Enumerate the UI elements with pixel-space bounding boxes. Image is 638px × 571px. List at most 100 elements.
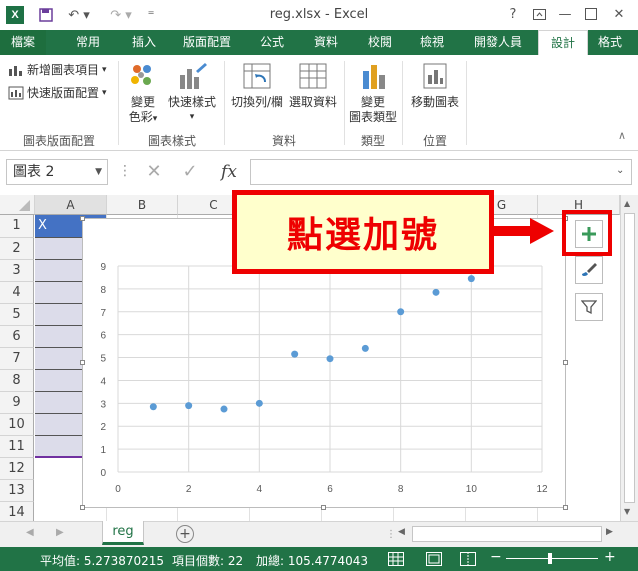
resize-handle[interactable] (80, 360, 85, 365)
tab-developer[interactable]: 開發人員 (466, 30, 530, 55)
row-header[interactable]: 6 (0, 326, 34, 348)
collapse-ribbon-icon[interactable]: ∧ (618, 129, 626, 142)
scroll-sheets-right-icon[interactable]: ▶ (56, 527, 64, 538)
row-header[interactable]: 14 (0, 502, 34, 521)
row-header[interactable]: 12 (0, 458, 34, 480)
row-header[interactable]: 4 (0, 282, 34, 304)
tab-insert[interactable]: 插入 (122, 30, 166, 55)
page-break-view-icon[interactable] (460, 552, 476, 569)
formula-bar-grip-icon: ⋮ (118, 163, 132, 179)
data-point (397, 308, 405, 316)
group-label-data: 資料 (271, 134, 296, 148)
formula-input[interactable] (250, 159, 632, 185)
close-icon[interactable]: ✕ (608, 4, 630, 24)
data-point (149, 403, 157, 411)
insert-function-button[interactable]: fx (214, 159, 244, 185)
callout-arrow-head (530, 218, 554, 244)
x-tick-label: 8 (398, 484, 404, 495)
zoom-slider-thumb[interactable] (548, 553, 552, 564)
horizontal-scrollbar-thumb[interactable] (412, 526, 602, 542)
callout-arrow (494, 226, 532, 236)
tab-file[interactable]: 檔案 (0, 30, 46, 55)
tab-view[interactable]: 檢視 (410, 30, 454, 55)
tab-review[interactable]: 校閱 (358, 30, 402, 55)
switch-row-column-button[interactable]: 切換列/欄 (228, 61, 286, 110)
select-data-icon (297, 61, 329, 91)
scroll-sheets-left-icon[interactable]: ◀ (26, 527, 34, 538)
minimize-icon[interactable]: — (554, 4, 576, 24)
change-chart-type-icon (357, 61, 389, 91)
expand-formula-bar-icon[interactable]: ⌄ (616, 165, 624, 176)
data-point (220, 405, 228, 413)
move-chart-icon (419, 61, 451, 91)
select-all-corner[interactable] (0, 195, 35, 215)
maximize-icon[interactable] (580, 4, 602, 24)
data-point (326, 355, 334, 363)
data-point (185, 402, 193, 410)
name-box[interactable]: 圖表 2 ▼ (6, 159, 108, 185)
splitter-icon[interactable]: ⋮ (386, 529, 396, 540)
row-header[interactable]: 7 (0, 348, 34, 370)
vertical-scrollbar[interactable]: ▲ ▼ (620, 195, 638, 521)
status-sum: 加總: 105.4774043 (256, 554, 369, 568)
quick-styles-button[interactable]: 快速樣式 ▾ (166, 61, 218, 125)
row-header[interactable]: 9 (0, 392, 34, 414)
tab-design[interactable]: 設計 (538, 30, 588, 56)
row-header[interactable]: 5 (0, 304, 34, 326)
x-tick-label: 2 (186, 484, 192, 495)
row-header[interactable]: 2 (0, 238, 34, 260)
column-header-a[interactable]: A (35, 195, 107, 215)
resize-handle[interactable] (80, 216, 85, 221)
scroll-down-icon[interactable]: ▼ (624, 507, 630, 516)
enter-icon[interactable]: ✓ (178, 159, 202, 185)
y-tick-label: 1 (100, 445, 106, 456)
chevron-down-icon: ▼ (95, 167, 102, 177)
zoom-slider[interactable] (506, 558, 598, 559)
zoom-in-icon[interactable]: + (604, 549, 616, 565)
resize-handle[interactable] (321, 505, 326, 510)
new-sheet-icon[interactable]: + (176, 525, 194, 543)
highlight-box (562, 210, 612, 256)
help-button[interactable]: ? (502, 4, 524, 24)
resize-handle[interactable] (563, 360, 568, 365)
add-chart-element-button[interactable]: 新增圖表項目 ▾ (8, 61, 107, 78)
x-tick-label: 4 (257, 484, 263, 495)
sheet-tab-reg[interactable]: reg (102, 521, 144, 545)
row-header[interactable]: 13 (0, 480, 34, 502)
change-colors-button[interactable]: 變更 色彩▾ (124, 61, 162, 127)
row-header[interactable]: 8 (0, 370, 34, 392)
group-label-location: 位置 (422, 134, 447, 148)
chart-styles-button[interactable] (575, 256, 603, 284)
ribbon-separator (402, 61, 403, 145)
column-header-b[interactable]: B (107, 195, 178, 215)
tab-data[interactable]: 資料 (304, 30, 348, 55)
row-header[interactable]: 3 (0, 260, 34, 282)
resize-handle[interactable] (563, 505, 568, 510)
page-layout-view-icon[interactable] (426, 552, 442, 569)
ribbon-display-icon[interactable] (528, 4, 550, 24)
scrollbar-thumb[interactable] (624, 213, 635, 503)
chart-filters-button[interactable] (575, 293, 603, 321)
move-chart-button[interactable]: 移動圖表 (406, 61, 464, 110)
tab-format[interactable]: 格式 (592, 30, 638, 55)
scroll-up-icon[interactable]: ▲ (624, 199, 630, 208)
x-tick-label: 6 (327, 484, 333, 495)
normal-view-icon[interactable] (388, 552, 404, 569)
row-header[interactable]: 10 (0, 414, 34, 436)
quick-layout-button[interactable]: 快速版面配置 ▾ (8, 84, 107, 101)
scroll-right-icon[interactable]: ▶ (606, 527, 613, 537)
add-chart-element-icon (9, 65, 22, 76)
row-header[interactable]: 11 (0, 436, 34, 458)
tab-formulas[interactable]: 公式 (250, 30, 294, 55)
resize-handle[interactable] (80, 505, 85, 510)
tab-page-layout[interactable]: 版面配置 (176, 30, 238, 55)
scroll-left-icon[interactable]: ◀ (398, 527, 405, 537)
y-tick-label: 5 (100, 354, 106, 365)
zoom-out-icon[interactable]: − (490, 549, 502, 565)
change-chart-type-button[interactable]: 變更 圖表類型 (346, 61, 400, 125)
select-data-button[interactable]: 選取資料 (286, 61, 340, 110)
tab-home[interactable]: 常用 (66, 30, 110, 55)
x-tick-label: 0 (115, 484, 121, 495)
cancel-icon[interactable]: ✕ (142, 159, 166, 185)
row-header[interactable]: 1 (0, 215, 34, 238)
